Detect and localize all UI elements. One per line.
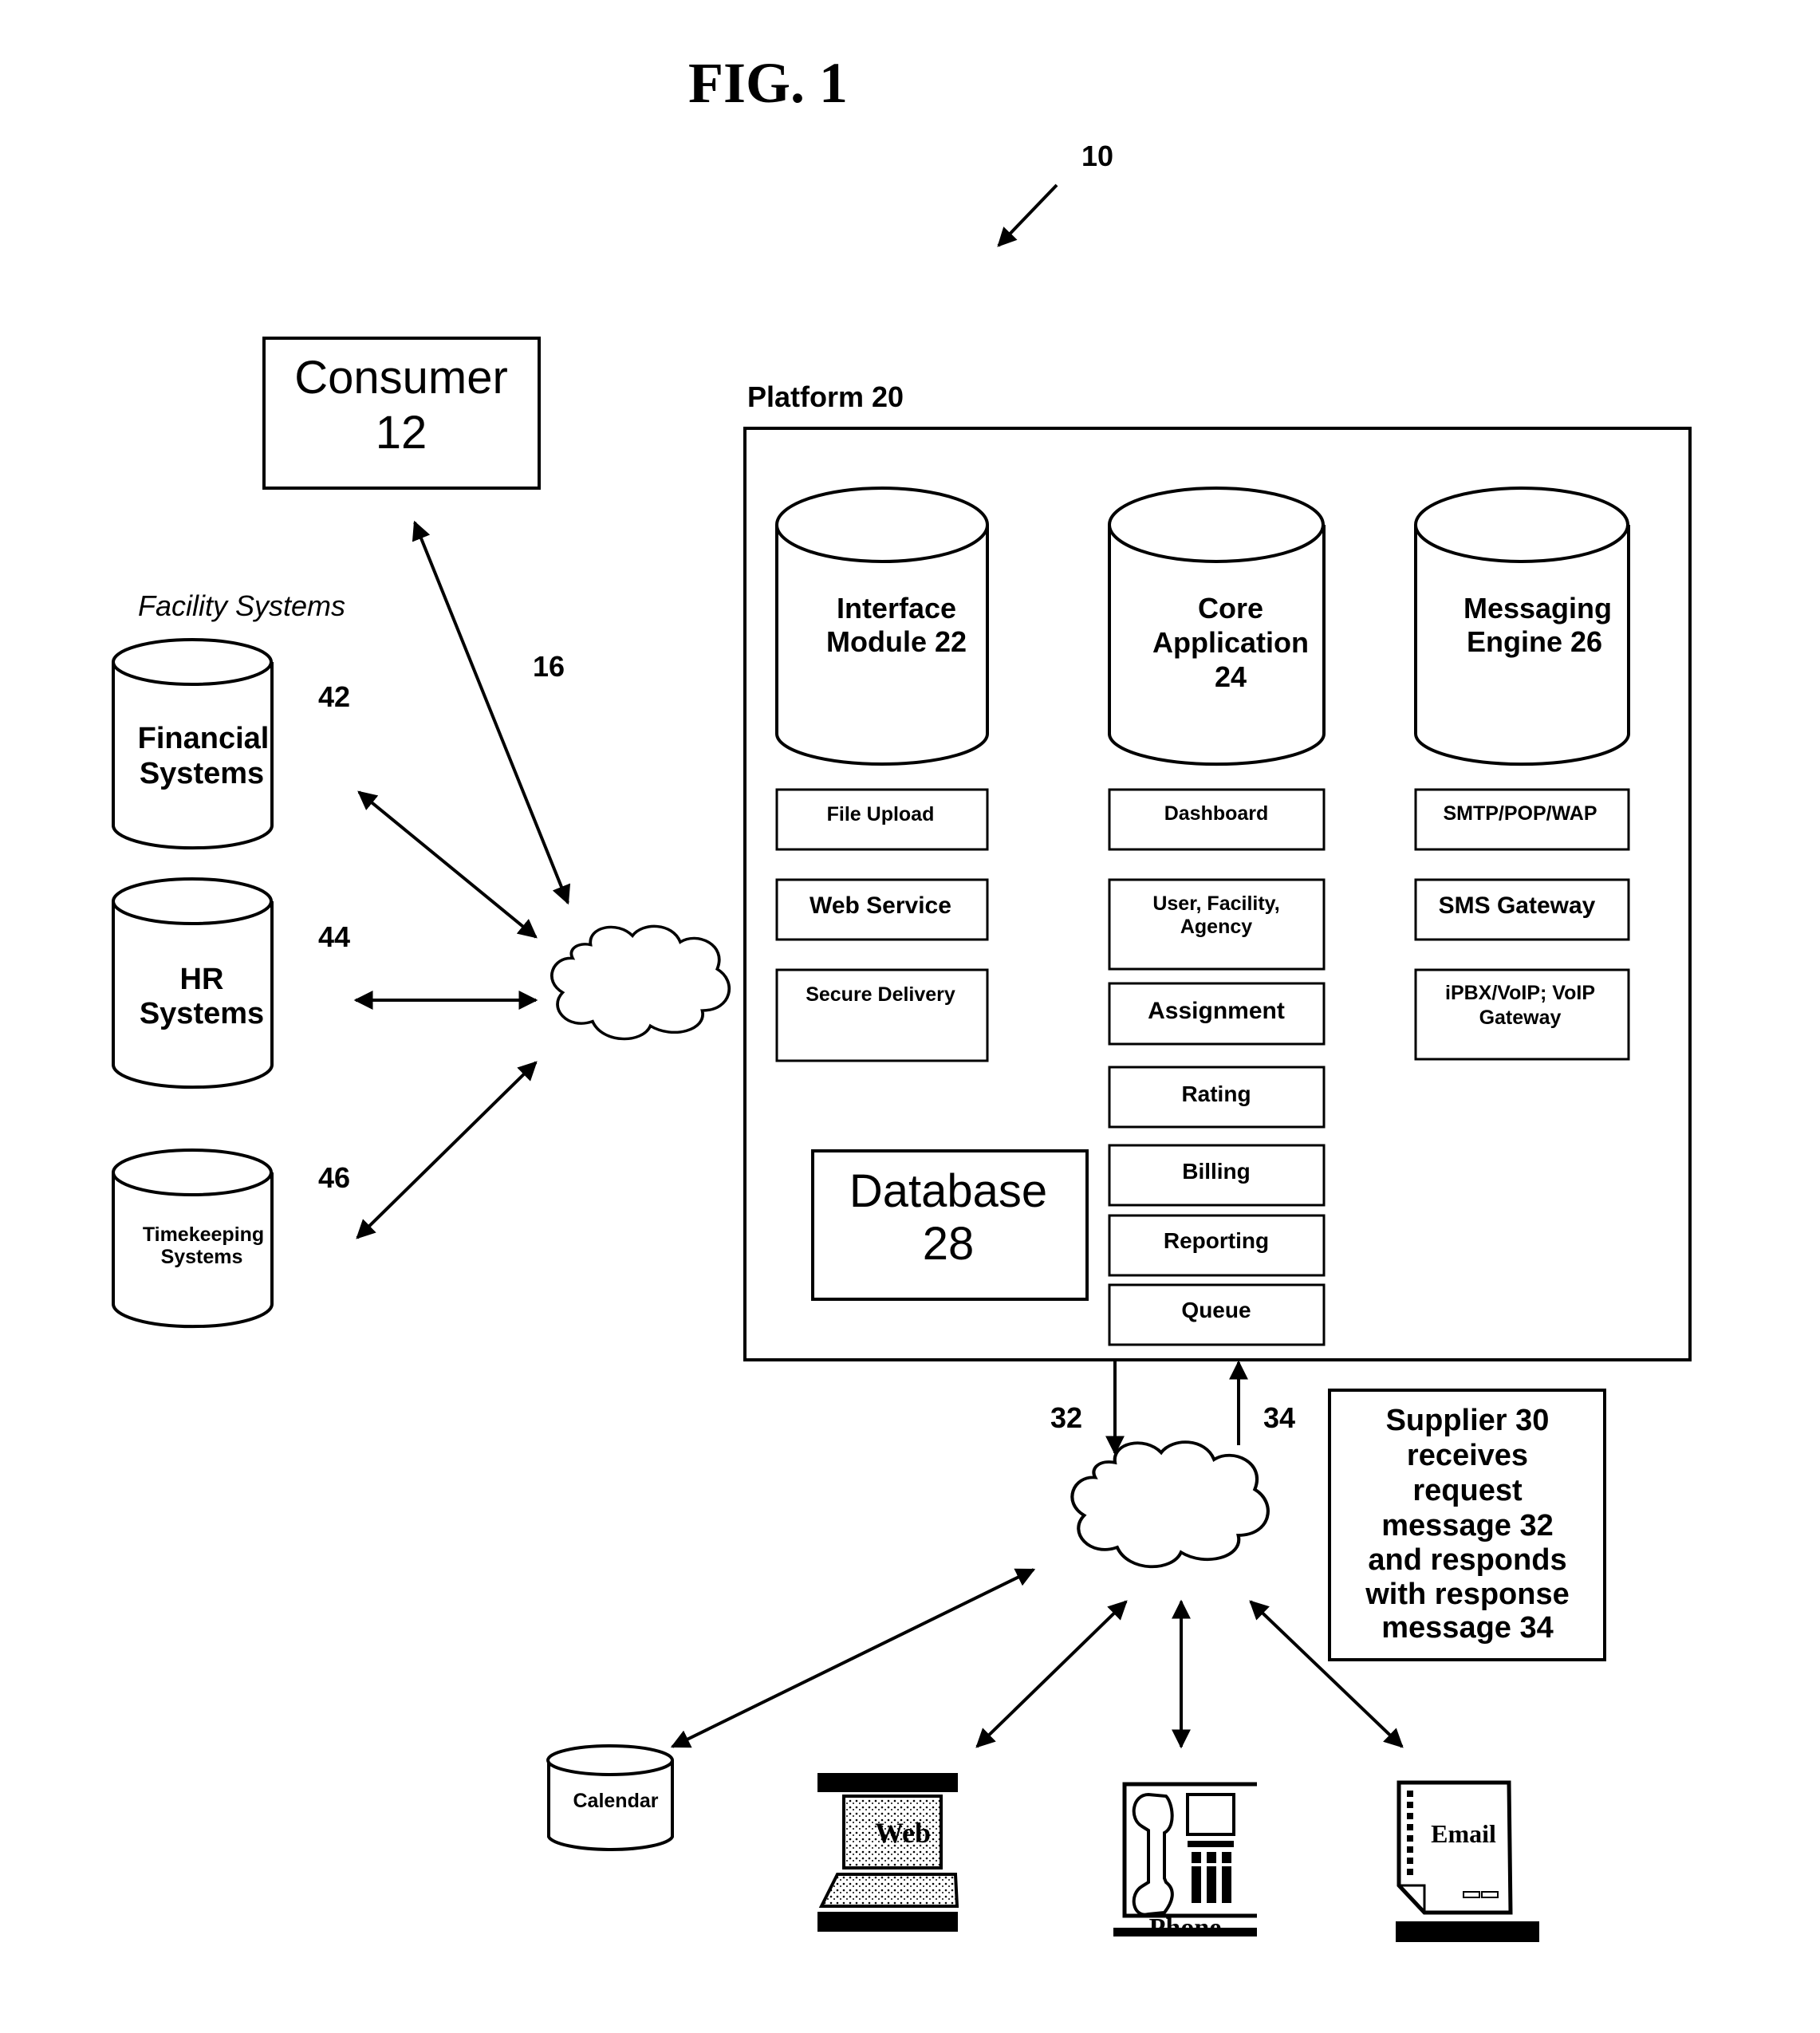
assignment-label: Assignment bbox=[1148, 998, 1285, 1024]
messaging-item-sms-gateway: SMS Gateway bbox=[1414, 878, 1630, 941]
ipbx-label-1: iPBX/VoIP; VoIP bbox=[1445, 982, 1595, 1004]
core-item-reporting: Reporting bbox=[1108, 1214, 1326, 1277]
messaging-item-smtp: SMTP/POP/WAP bbox=[1414, 788, 1630, 851]
database-ref: 28 bbox=[923, 1218, 975, 1270]
phone-icon: Phone bbox=[1113, 1782, 1257, 1943]
core-item-queue: Queue bbox=[1108, 1283, 1326, 1346]
queue-label: Queue bbox=[1181, 1298, 1251, 1322]
supplier-network-cloud-icon bbox=[1072, 1442, 1268, 1566]
smtp-label: SMTP/POP/WAP bbox=[1443, 802, 1597, 825]
hr-systems-db: HR Systems bbox=[112, 877, 274, 1089]
financial-systems-db: Financial Systems bbox=[112, 638, 274, 850]
messaging-label-2: Engine 26 bbox=[1467, 625, 1602, 658]
web-service-label: Web Service bbox=[810, 892, 951, 919]
link-ref-16: 16 bbox=[533, 650, 565, 683]
interface-module-cylinder: Interface Module 22 bbox=[775, 487, 989, 766]
user-facility-label-2: Agency bbox=[1180, 916, 1252, 938]
messaging-label-1: Messaging bbox=[1463, 592, 1612, 624]
response-ref: 34 bbox=[1263, 1401, 1295, 1434]
supplier-note-line: receives bbox=[1407, 1439, 1528, 1472]
supplier-note-line: message 34 bbox=[1381, 1611, 1554, 1645]
timekeeping-ref: 46 bbox=[318, 1161, 350, 1194]
interface-item-file-upload: File Upload bbox=[775, 788, 989, 851]
system-ref-label: 10 bbox=[1081, 140, 1113, 172]
messaging-engine-cylinder: Messaging Engine 26 bbox=[1414, 487, 1630, 766]
rating-label: Rating bbox=[1181, 1082, 1251, 1106]
calendar-db: Calendar bbox=[546, 1744, 674, 1851]
system-ref-arrow bbox=[997, 183, 1058, 247]
patent-figure: FIG. 1 10 Consumer 12 16 Facility System… bbox=[112, 51, 1692, 2033]
core-item-rating: Rating bbox=[1108, 1066, 1326, 1129]
messaging-item-ipbx-voip: iPBX/VoIP; VoIP Gateway bbox=[1414, 968, 1630, 1061]
timekeeping-cloud-link bbox=[356, 1061, 538, 1239]
supplier-note-line: Supplier 30 bbox=[1386, 1404, 1550, 1437]
request-ref: 32 bbox=[1050, 1401, 1082, 1434]
timekeeping-label-1: Timekeeping bbox=[143, 1223, 264, 1246]
timekeeping-systems-db: Timekeeping Systems bbox=[112, 1148, 274, 1329]
core-app-label-2: Application bbox=[1152, 626, 1309, 659]
ipbx-label-2: Gateway bbox=[1479, 1007, 1562, 1029]
core-app-label-3: 24 bbox=[1215, 660, 1247, 693]
web-label: Web bbox=[875, 1817, 931, 1849]
supplier-note-line: request bbox=[1412, 1474, 1523, 1507]
core-item-assignment: Assignment bbox=[1108, 982, 1326, 1046]
email-icon: Email bbox=[1396, 1780, 1539, 1942]
figure-title: FIG. 1 bbox=[688, 51, 848, 115]
core-app-label-1: Core bbox=[1198, 592, 1263, 624]
user-facility-label-1: User, Facility, bbox=[1152, 892, 1279, 915]
consumer-box: Consumer 12 bbox=[262, 337, 541, 490]
interface-item-web-service: Web Service bbox=[775, 878, 989, 941]
hr-label-2: Systems bbox=[140, 997, 264, 1030]
web-link bbox=[975, 1600, 1128, 1748]
hr-label-1: HR bbox=[180, 963, 224, 996]
interface-item-secure-delivery: Secure Delivery bbox=[775, 968, 989, 1062]
consumer-label: Consumer bbox=[294, 352, 508, 404]
database-box: Database 28 bbox=[811, 1149, 1089, 1301]
calendar-label: Calendar bbox=[573, 1790, 659, 1812]
financial-ref: 42 bbox=[318, 680, 350, 713]
financial-label-2: Systems bbox=[140, 757, 264, 790]
dashboard-label: Dashboard bbox=[1164, 802, 1269, 825]
interface-module-label-2: Module 22 bbox=[826, 625, 967, 658]
hr-ref: 44 bbox=[318, 920, 350, 953]
supplier-note-box: Supplier 30 receives request message 32 … bbox=[1328, 1389, 1606, 1661]
platform-label: Platform 20 bbox=[747, 380, 904, 413]
phone-label: Phone bbox=[1149, 1913, 1222, 1943]
supplier-note-line: and responds bbox=[1368, 1543, 1566, 1577]
financial-label-1: Financial bbox=[138, 722, 270, 755]
email-label: Email bbox=[1431, 1819, 1496, 1848]
supplier-note-line: message 32 bbox=[1381, 1509, 1554, 1542]
interface-module-label-1: Interface bbox=[837, 592, 956, 624]
database-label: Database bbox=[849, 1165, 1047, 1217]
supplier-note-line: with response bbox=[1365, 1578, 1570, 1611]
financial-cloud-link bbox=[357, 790, 538, 939]
consumer-ref: 12 bbox=[376, 407, 427, 459]
file-upload-label: File Upload bbox=[827, 803, 935, 825]
consumer-cloud-link bbox=[412, 520, 571, 905]
network-cloud-icon bbox=[550, 924, 731, 1041]
core-item-billing: Billing bbox=[1108, 1144, 1326, 1207]
web-computer-icon: Web bbox=[817, 1773, 959, 1932]
core-application-cylinder: Core Application 24 bbox=[1108, 487, 1326, 766]
billing-label: Billing bbox=[1182, 1159, 1251, 1184]
facility-systems-heading: Facility Systems bbox=[138, 589, 345, 622]
core-item-dashboard: Dashboard bbox=[1108, 788, 1326, 851]
timekeeping-label-2: Systems bbox=[161, 1246, 243, 1268]
reporting-label: Reporting bbox=[1164, 1228, 1269, 1253]
core-item-user-facility-agency: User, Facility, Agency bbox=[1108, 878, 1326, 971]
sms-gateway-label: SMS Gateway bbox=[1439, 892, 1596, 919]
secure-delivery-label: Secure Delivery bbox=[806, 983, 955, 1006]
calendar-link bbox=[670, 1568, 1036, 1748]
